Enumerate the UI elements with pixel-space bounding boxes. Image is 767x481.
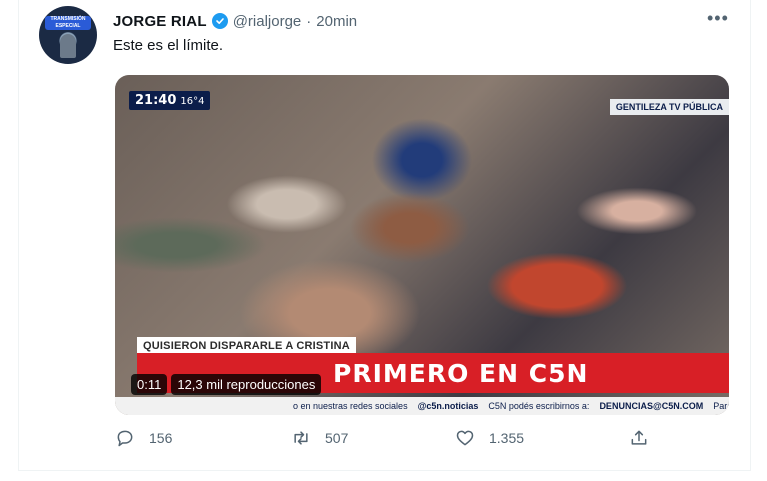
share-icon — [631, 430, 647, 445]
like-button[interactable]: 1.355 — [455, 428, 524, 448]
author-name[interactable]: JORGE RIAL — [113, 13, 207, 30]
tweet-header: JORGE RIAL @rialjorge · 20min — [113, 10, 357, 32]
more-options-icon[interactable]: ••• — [707, 9, 729, 27]
avatar-person — [60, 34, 76, 58]
reply-count: 156 — [149, 430, 173, 446]
broadcast-banner-text: PRIMERO EN C5N — [333, 359, 589, 388]
reply-icon — [117, 430, 133, 447]
tweet-card: TRANSMISIÓN ESPECIAL JORGE RIAL @rialjor… — [18, 0, 751, 471]
tweet-timestamp[interactable]: 20min — [316, 13, 357, 30]
avatar[interactable]: TRANSMISIÓN ESPECIAL — [39, 6, 97, 64]
ticker-social: @c5n.noticias — [417, 401, 479, 411]
ticker-right: Para co — [713, 401, 729, 411]
video-duration: 0:11 — [131, 374, 168, 395]
tweet-text: Este es el límite. — [113, 37, 224, 54]
heart-icon — [456, 430, 474, 446]
broadcast-ticker: o en nuestras redes sociales @c5n.notici… — [115, 397, 729, 415]
ticker-left: o en nuestras redes sociales — [293, 401, 408, 411]
ticker-middle: C5N podés escribirnos a: — [488, 401, 590, 411]
video-views: 12,3 mil reproducciones — [171, 374, 322, 395]
video-meta: 0:11 12,3 mil reproducciones — [131, 374, 322, 395]
like-count: 1.355 — [489, 430, 525, 446]
author-handle[interactable]: @rialjorge — [233, 13, 302, 30]
retweet-count: 507 — [325, 430, 349, 446]
reply-button[interactable]: 156 — [115, 428, 172, 448]
broadcast-credit: GENTILEZA TV PÚBLICA — [609, 99, 729, 115]
broadcast-clock: 21:40 16°4 — [129, 91, 211, 110]
avatar-banner-text: TRANSMISIÓN ESPECIAL — [45, 16, 91, 30]
retweet-icon — [294, 431, 308, 445]
separator-dot: · — [306, 12, 312, 30]
clock-temperature: 16°4 — [180, 96, 205, 107]
video-player[interactable]: 21:40 16°4 GENTILEZA TV PÚBLICA QUISIERON… — [115, 75, 729, 415]
ticker-email: DENUNCIAS@C5N.COM — [599, 401, 704, 411]
share-button[interactable] — [629, 428, 649, 448]
tweet-actions: 156 507 1.355 — [115, 424, 727, 456]
verified-badge-icon — [211, 13, 228, 29]
clock-time: 21:40 — [135, 93, 177, 108]
retweet-button[interactable]: 507 — [291, 428, 348, 448]
